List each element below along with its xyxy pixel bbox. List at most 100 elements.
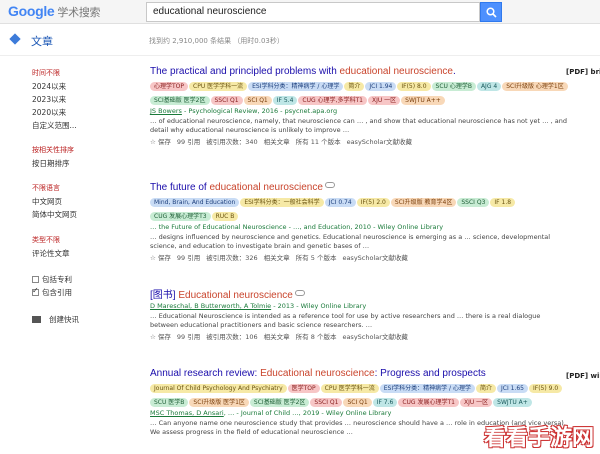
journal-tag[interactable]: CUG 发展心理学T3: [150, 212, 211, 221]
journal-tag[interactable]: XJU 一区: [459, 398, 493, 407]
journal-tag[interactable]: CUG 发展心理学T1: [398, 398, 459, 407]
meta-text: - 2013 - Wiley Online Library: [271, 302, 367, 310]
journal-tag[interactable]: JCI 1.94: [365, 82, 397, 91]
journal-tag[interactable]: SSCI Q1: [210, 96, 243, 105]
checkbox-label: 包括专利: [42, 275, 72, 284]
journal-tag[interactable]: SCI Q1: [243, 96, 272, 105]
journal-tag[interactable]: IF(5) 9.0: [529, 384, 563, 393]
google-scholar-logo[interactable]: Google 学术搜索: [8, 3, 101, 20]
journal-tag[interactable]: SCI Q1: [343, 398, 372, 407]
result-action-link[interactable]: easyScholar文献收藏: [347, 138, 412, 146]
result-action-link[interactable]: 所有 11 个版本: [296, 138, 341, 146]
result-action-link[interactable]: 被引用次数：340: [206, 138, 257, 146]
journal-tag[interactable]: CPU 医学学科一流: [189, 82, 248, 91]
include-citations-checkbox[interactable]: 包含引用: [32, 286, 72, 298]
result-action-link[interactable]: 相关文章: [264, 138, 290, 146]
author-link[interactable]: D Mareschal, B Butterworth, A Tolmie: [150, 302, 271, 310]
result-action-link[interactable]: 99 引用: [177, 333, 200, 341]
journal-tag[interactable]: IF 5.4: [272, 96, 298, 105]
journal-tag[interactable]: IF(5) 8.0: [397, 82, 431, 91]
result-action-link[interactable]: ☆ 保存: [150, 254, 171, 262]
result-action-link[interactable]: 所有 5 个版本: [296, 254, 337, 262]
pdf-link[interactable]: [PDF] bri: [566, 68, 600, 76]
journal-tag[interactable]: 心理学TOP: [150, 82, 189, 91]
journal-tag[interactable]: IF(5) 2.0: [356, 198, 390, 207]
journal-tag[interactable]: CUG 心理学,多学科T1: [298, 96, 367, 105]
result-action-link[interactable]: 99 引用: [177, 254, 200, 262]
journal-tag[interactable]: SWJTU A++: [401, 96, 445, 105]
title-highlight: educational neuroscience: [209, 182, 323, 193]
filter-lang-simplified[interactable]: 简体中文网页: [32, 209, 77, 220]
search-button[interactable]: [480, 2, 502, 22]
filter-type-any[interactable]: 类型不限: [32, 235, 60, 245]
result-action-link[interactable]: 99 引用: [177, 138, 200, 146]
journal-tag[interactable]: 简介: [344, 82, 365, 91]
filter-lang-any[interactable]: 不限语言: [32, 183, 60, 193]
result-meta: … the Future of Educational Neuroscience…: [150, 223, 570, 231]
journal-tag[interactable]: JCI 1.65: [497, 384, 528, 393]
checkbox-box[interactable]: [32, 286, 39, 296]
title-highlight: Educational neuroscience: [260, 368, 375, 379]
result-action-link[interactable]: easyScholar文献收藏: [342, 333, 407, 341]
search-input[interactable]: educational neuroscience: [146, 2, 480, 22]
filter-time-custom[interactable]: 自定义范围...: [32, 120, 77, 131]
result-title[interactable]: The future of educational neuroscience: [150, 182, 570, 193]
filter-time-2024[interactable]: 2024以来: [32, 81, 66, 92]
journal-tag[interactable]: Mind, Brain, And Education: [150, 198, 240, 207]
title-highlight: Educational neuroscience: [178, 290, 293, 301]
journal-tag[interactable]: SCU 心理学B: [431, 82, 476, 91]
journal-tag[interactable]: SSCI Q1: [310, 398, 343, 407]
result-title[interactable]: Annual research review: Educational neur…: [150, 368, 570, 379]
journal-tag[interactable]: XJU 一区: [367, 96, 401, 105]
filter-type-review[interactable]: 评论性文章: [32, 248, 70, 259]
author-link[interactable]: MSC Thomas, D Ansari: [150, 409, 224, 417]
journal-tag[interactable]: SCI基础版 医学2区: [249, 398, 310, 407]
journal-tag[interactable]: SCU 医学B: [150, 398, 189, 407]
result-action-link[interactable]: 相关文章: [264, 254, 290, 262]
articles-tab[interactable]: 文章: [31, 33, 53, 49]
journal-tag[interactable]: ESI学科分类：精神病学 / 心理学: [379, 384, 475, 393]
result-action-link[interactable]: 被引用次数：326: [206, 254, 257, 262]
result-title[interactable]: The practical and principled problems wi…: [150, 66, 570, 77]
result-actions: ☆ 保存 99 引用 被引用次数：326 相关文章 所有 5 个版本 easySchola…: [150, 252, 570, 262]
result-action-link[interactable]: easyScholar文献收藏: [342, 254, 407, 262]
journal-tag[interactable]: JCI 0.74: [324, 198, 356, 207]
logo-text: Google: [8, 3, 55, 19]
search-result: [图书] Educational neuroscience D Marescha…: [150, 286, 570, 341]
author-link[interactable]: JS Bowers: [150, 107, 182, 115]
journal-tag[interactable]: 简介: [475, 384, 496, 393]
journal-tag[interactable]: IF 1.8: [490, 198, 516, 207]
result-action-link[interactable]: 被引用次数：106: [206, 333, 257, 341]
journal-tag[interactable]: AJG 4: [476, 82, 502, 91]
menu-diamond-icon[interactable]: [9, 33, 21, 45]
filter-lang-chinese[interactable]: 中文网页: [32, 196, 62, 207]
journal-tag[interactable]: ESI学科分类：一般社会科学: [240, 198, 324, 207]
checkbox-box[interactable]: [32, 276, 39, 283]
journal-tag[interactable]: Journal Of Child Psychology And Psychiat…: [150, 384, 287, 393]
result-title[interactable]: [图书] Educational neuroscience: [150, 286, 570, 301]
result-action-link[interactable]: ☆ 保存: [150, 333, 171, 341]
journal-tag[interactable]: 医学TOP: [287, 384, 320, 393]
create-alert-link[interactable]: 创建快讯: [49, 314, 79, 325]
journal-tag[interactable]: ESI学科分类：精神病学 / 心理学: [248, 82, 344, 91]
journal-tag[interactable]: SWJTU A+: [493, 398, 532, 407]
filter-time-2023[interactable]: 2023以来: [32, 94, 66, 105]
journal-tag[interactable]: SCI升级版 心理学1区: [502, 82, 568, 91]
journal-tag[interactable]: SCI升级版 医学1区: [189, 398, 249, 407]
result-action-link[interactable]: ☆ 保存: [150, 138, 171, 146]
pdf-link[interactable]: [PDF] wile: [566, 372, 600, 380]
result-action-link[interactable]: 所有 8 个版本: [296, 333, 337, 341]
journal-tag[interactable]: SCI升级版 教育学4区: [390, 198, 457, 207]
journal-tag[interactable]: CPU 医学学科一流: [320, 384, 379, 393]
title-text: Annual research review:: [150, 368, 261, 379]
filter-time-2020[interactable]: 2020以来: [32, 107, 66, 118]
sort-by-relevance[interactable]: 按相关性排序: [32, 145, 74, 155]
sort-by-date[interactable]: 按日期排序: [32, 158, 70, 169]
include-patents-checkbox[interactable]: 包括专利: [32, 274, 72, 285]
filter-time-any[interactable]: 时间不限: [32, 68, 60, 78]
journal-tag[interactable]: RUC B: [211, 212, 239, 221]
journal-tag[interactable]: SSCI Q3: [457, 198, 490, 207]
result-action-link[interactable]: 相关文章: [264, 333, 290, 341]
journal-tag[interactable]: SCI基础版 医学2区: [150, 96, 210, 105]
journal-tag[interactable]: IF 7.6: [372, 398, 398, 407]
